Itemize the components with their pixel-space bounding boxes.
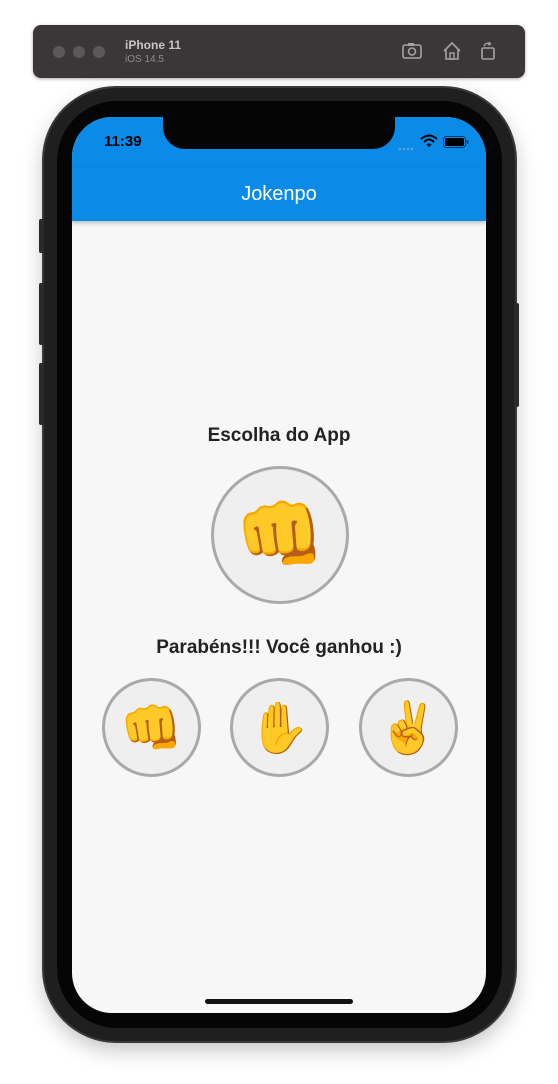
volume-down-button <box>39 363 44 425</box>
app-screen: 11:39 Jokenpo Escolha do App � <box>72 117 486 1013</box>
device-os: iOS 14.5 <box>125 54 164 65</box>
notch <box>163 117 395 149</box>
volume-up-button <box>39 283 44 345</box>
app-choice-label: Escolha do App <box>207 425 351 446</box>
option-scissors-button[interactable]: ✌️ <box>359 678 458 777</box>
window-zoom-dot[interactable] <box>93 46 105 58</box>
battery-icon <box>443 135 469 153</box>
rotate-icon[interactable] <box>477 40 499 62</box>
result-text: Parabéns!!! Você ganhou :) <box>156 637 402 658</box>
fist-icon: 👊 <box>120 699 183 756</box>
home-icon[interactable] <box>441 40 463 62</box>
signal-icon <box>398 139 418 157</box>
option-paper-button[interactable]: ✋ <box>230 678 329 777</box>
wifi-icon <box>420 134 438 153</box>
status-time: 11:39 <box>104 133 142 150</box>
window-close-dot[interactable] <box>53 46 65 58</box>
power-button <box>514 303 519 407</box>
app-choice-image: 👊 <box>211 466 349 604</box>
hand-icon: ✋ <box>248 699 311 756</box>
window-minimize-dot[interactable] <box>73 46 85 58</box>
app-bar: Jokenpo <box>72 167 486 221</box>
simulator-toolbar: iPhone 11 iOS 14.5 <box>33 25 525 78</box>
home-indicator[interactable] <box>205 999 353 1004</box>
fist-icon: 👊 <box>235 495 325 575</box>
mute-switch <box>39 219 44 253</box>
device-name: iPhone 11 <box>125 38 182 52</box>
victory-hand-icon: ✌️ <box>377 699 440 756</box>
app-title: Jokenpo <box>241 183 317 205</box>
screenshot-icon[interactable] <box>401 40 423 62</box>
option-rock-button[interactable]: 👊 <box>102 678 201 777</box>
